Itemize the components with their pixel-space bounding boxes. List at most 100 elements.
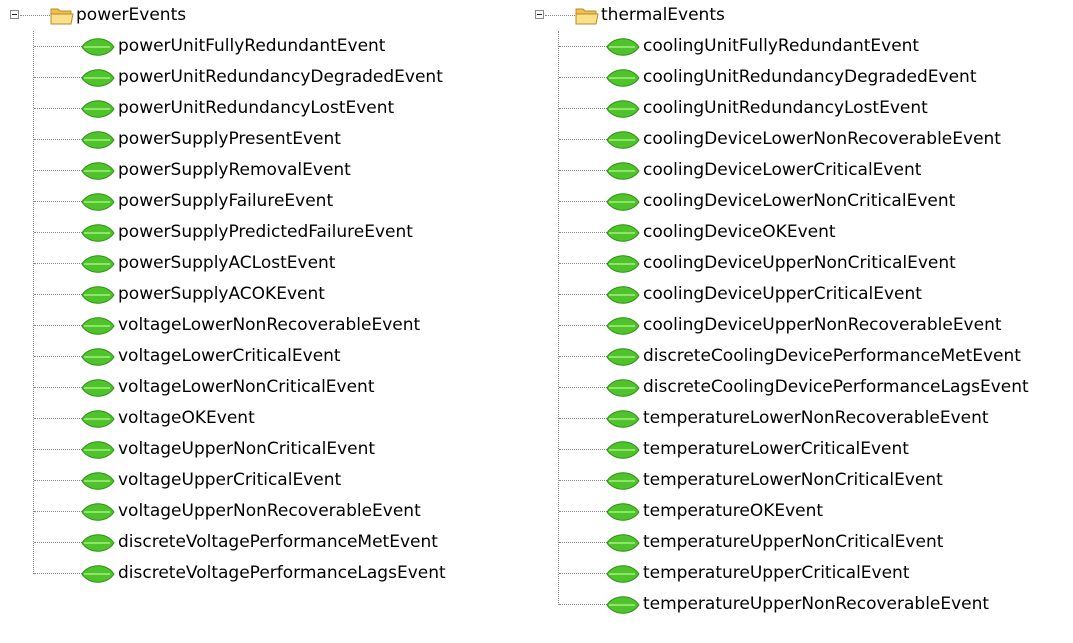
tree-leaf-item[interactable]: discreteCoolingDevicePerformanceLagsEven… <box>525 372 1073 403</box>
tree-leaf-item[interactable]: coolingDeviceOKEvent <box>525 217 1073 248</box>
tree-connector <box>559 480 607 481</box>
tree-leaf-item[interactable]: coolingDeviceLowerNonCriticalEvent <box>525 186 1073 217</box>
tree-connector <box>34 325 82 326</box>
tree-leaf-item[interactable]: coolingUnitRedundancyDegradedEvent <box>525 62 1073 93</box>
tree-leaf-item[interactable]: coolingDeviceLowerCriticalEvent <box>525 155 1073 186</box>
tree-leaf-label: coolingDeviceLowerNonCriticalEvent <box>643 191 956 211</box>
tree-leaf-label: temperatureOKEvent <box>643 501 824 521</box>
tree-leaf-item[interactable]: temperatureUpperNonCriticalEvent <box>525 527 1073 558</box>
tree-leaf-label: powerSupplyPredictedFailureEvent <box>118 222 413 242</box>
leaf-event-icon <box>81 565 115 583</box>
tree-leaf-label: temperatureUpperCriticalEvent <box>643 563 910 583</box>
tree-leaf-label: coolingDeviceLowerNonRecoverableEvent <box>643 129 1001 149</box>
leaf-event-icon <box>81 69 115 87</box>
tree-leaf-item[interactable]: powerUnitRedundancyDegradedEvent <box>0 62 520 93</box>
leaf-event-icon <box>606 410 640 428</box>
tree-leaf-item[interactable]: temperatureLowerCriticalEvent <box>525 434 1073 465</box>
tree-connector <box>34 232 82 233</box>
leaf-event-icon <box>81 410 115 428</box>
tree-connector <box>34 170 82 171</box>
tree-connector <box>34 480 82 481</box>
folder-open-icon <box>575 8 599 25</box>
leaf-event-icon <box>606 596 640 614</box>
tree-leaf-item[interactable]: coolingUnitFullyRedundantEvent <box>525 31 1073 62</box>
tree-connector <box>559 573 607 574</box>
leaf-event-icon <box>81 534 115 552</box>
tree-connector <box>34 294 82 295</box>
tree-leaf-item[interactable]: voltageOKEvent <box>0 403 520 434</box>
tree-leaf-item[interactable]: powerSupplyACLostEvent <box>0 248 520 279</box>
tree-node-power-events[interactable]: powerEvents <box>0 0 520 31</box>
leaf-event-icon <box>81 379 115 397</box>
tree-leaf-item[interactable]: coolingDeviceUpperCriticalEvent <box>525 279 1073 310</box>
tree-leaf-item[interactable]: discreteVoltagePerformanceLagsEvent <box>0 558 520 589</box>
tree-children: coolingUnitFullyRedundantEvent coolingUni… <box>525 31 1073 620</box>
leaf-event-icon <box>606 100 640 118</box>
tree-leaf-label: powerSupplyRemovalEvent <box>118 160 351 180</box>
tree-leaf-label: voltageUpperNonCriticalEvent <box>118 439 376 459</box>
tree-leaf-label: voltageUpperNonRecoverableEvent <box>118 501 421 521</box>
tree-connector <box>559 387 607 388</box>
leaf-event-icon <box>606 379 640 397</box>
tree-connector <box>559 449 607 450</box>
tree-connector <box>559 139 607 140</box>
tree-leaf-label: coolingDeviceUpperNonCriticalEvent <box>643 253 956 273</box>
tree-leaf-item[interactable]: voltageLowerNonRecoverableEvent <box>0 310 520 341</box>
tree-leaf-item[interactable]: coolingDeviceUpperNonCriticalEvent <box>525 248 1073 279</box>
tree-leaf-item[interactable]: powerSupplyPredictedFailureEvent <box>0 217 520 248</box>
tree-leaf-item[interactable]: coolingDeviceLowerNonRecoverableEvent <box>525 124 1073 155</box>
tree-leaf-item[interactable]: temperatureOKEvent <box>525 496 1073 527</box>
tree-node-thermal-events[interactable]: thermalEvents <box>525 0 1073 31</box>
tree-connector <box>559 325 607 326</box>
collapse-icon[interactable] <box>535 10 544 19</box>
tree-connector <box>34 418 82 419</box>
tree-node-label: powerEvents <box>76 5 187 25</box>
tree-leaf-item[interactable]: voltageLowerNonCriticalEvent <box>0 372 520 403</box>
tree-connector <box>34 108 82 109</box>
tree-leaf-item[interactable]: coolingDeviceUpperNonRecoverableEvent <box>525 310 1073 341</box>
tree-node-label: thermalEvents <box>601 5 725 25</box>
leaf-event-icon <box>606 317 640 335</box>
tree-leaf-label: coolingUnitRedundancyDegradedEvent <box>643 67 977 87</box>
tree-leaf-label: voltageLowerNonCriticalEvent <box>118 377 375 397</box>
tree-leaf-item[interactable]: discreteVoltagePerformanceMetEvent <box>0 527 520 558</box>
tree-leaf-item[interactable]: voltageUpperCriticalEvent <box>0 465 520 496</box>
leaf-event-icon <box>81 38 115 56</box>
tree-leaf-label: temperatureLowerNonCriticalEvent <box>643 470 943 490</box>
tree-leaf-item[interactable]: powerUnitRedundancyLostEvent <box>0 93 520 124</box>
tree-connector <box>20 15 50 16</box>
tree-connector <box>559 356 607 357</box>
leaf-event-icon <box>81 255 115 273</box>
tree-leaf-item[interactable]: voltageLowerCriticalEvent <box>0 341 520 372</box>
tree-connector <box>34 139 82 140</box>
leaf-event-icon <box>606 472 640 490</box>
tree-leaf-item[interactable]: voltageUpperNonCriticalEvent <box>0 434 520 465</box>
tree-leaf-item[interactable]: coolingUnitRedundancyLostEvent <box>525 93 1073 124</box>
tree-leaf-item[interactable]: temperatureLowerNonCriticalEvent <box>525 465 1073 496</box>
folder-open-icon <box>50 8 74 25</box>
tree-leaf-item[interactable]: temperatureUpperCriticalEvent <box>525 558 1073 589</box>
tree-connector <box>34 356 82 357</box>
tree-leaf-item[interactable]: powerSupplyRemovalEvent <box>0 155 520 186</box>
tree-leaf-item[interactable]: powerSupplyFailureEvent <box>0 186 520 217</box>
tree-leaf-label: powerSupplyFailureEvent <box>118 191 334 211</box>
tree-leaf-item[interactable]: powerSupplyACOKEvent <box>0 279 520 310</box>
tree-connector <box>559 604 607 605</box>
tree-leaf-label: powerUnitRedundancyDegradedEvent <box>118 67 443 87</box>
leaf-event-icon <box>606 131 640 149</box>
leaf-event-icon <box>81 131 115 149</box>
leaf-event-icon <box>606 348 640 366</box>
tree-leaf-item[interactable]: temperatureLowerNonRecoverableEvent <box>525 403 1073 434</box>
leaf-event-icon <box>606 441 640 459</box>
tree-leaf-label: voltageLowerNonRecoverableEvent <box>118 315 421 335</box>
leaf-event-icon <box>606 286 640 304</box>
tree-leaf-item[interactable]: powerSupplyPresentEvent <box>0 124 520 155</box>
collapse-icon[interactable] <box>10 10 19 19</box>
tree-leaf-item[interactable]: powerUnitFullyRedundantEvent <box>0 31 520 62</box>
tree-leaf-item[interactable]: voltageUpperNonRecoverableEvent <box>0 496 520 527</box>
leaf-event-icon <box>81 317 115 335</box>
tree-leaf-item[interactable]: temperatureUpperNonRecoverableEvent <box>525 589 1073 620</box>
tree-leaf-label: coolingUnitFullyRedundantEvent <box>643 36 920 56</box>
leaf-event-icon <box>606 503 640 521</box>
tree-leaf-item[interactable]: discreteCoolingDevicePerformanceMetEvent <box>525 341 1073 372</box>
